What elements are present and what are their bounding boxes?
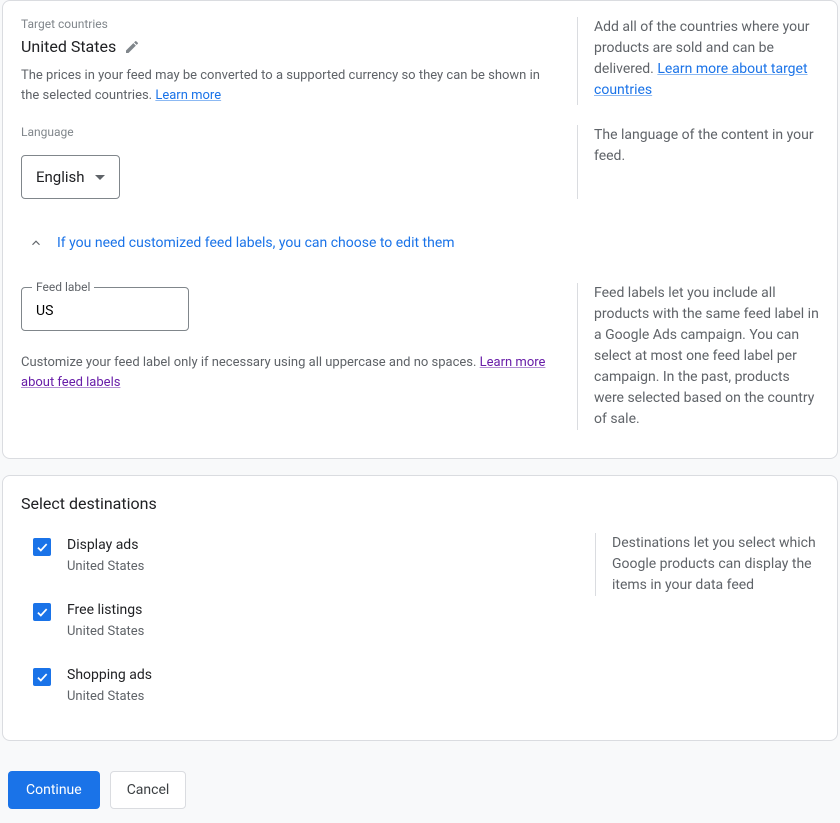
destination-checkbox[interactable] xyxy=(33,603,51,621)
feed-label-side-panel: Feed labels let you include all products… xyxy=(577,283,819,430)
feed-label-field[interactable]: Feed label xyxy=(21,287,189,331)
target-countries-label: Target countries xyxy=(21,17,553,31)
language-label: Language xyxy=(21,125,553,139)
feed-label-input[interactable] xyxy=(34,302,176,320)
destination-checkbox[interactable] xyxy=(33,668,51,686)
target-countries-section: Target countries United States The price… xyxy=(3,1,837,121)
feed-label-floating-label: Feed label xyxy=(32,280,94,294)
destinations-card: Select destinations Display ads United S… xyxy=(2,475,838,741)
destination-label: Shopping ads xyxy=(67,667,152,683)
caret-down-icon xyxy=(95,175,105,180)
destination-label: Free listings xyxy=(67,602,144,618)
destination-sub: United States xyxy=(67,689,152,704)
feed-labels-toggle[interactable]: If you need customized feed labels, you … xyxy=(3,215,837,259)
destinations-header: Select destinations xyxy=(3,476,837,519)
check-icon xyxy=(35,540,49,554)
language-side-panel: The language of the content in your feed… xyxy=(577,125,819,199)
feed-label-section: Feed label Customize your feed label onl… xyxy=(3,259,837,458)
target-countries-side-panel: Add all of the countries where your prod… xyxy=(577,17,819,105)
target-countries-helper: The prices in your feed may be converted… xyxy=(21,66,553,105)
button-row: Continue Cancel xyxy=(0,757,840,823)
destinations-side-panel: Destinations let you select which Google… xyxy=(595,533,837,596)
destination-item: Display ads United States xyxy=(33,523,577,588)
check-icon xyxy=(35,670,49,684)
continue-button[interactable]: Continue xyxy=(8,771,100,809)
destination-item: Shopping ads United States xyxy=(33,653,577,718)
destination-sub: United States xyxy=(67,559,144,574)
check-icon xyxy=(35,605,49,619)
language-section: Language English The language of the con… xyxy=(3,121,837,215)
destination-item: Free listings United States xyxy=(33,588,577,653)
destination-label: Display ads xyxy=(67,537,144,553)
settings-card: Target countries United States The price… xyxy=(2,0,838,459)
target-countries-value: United States xyxy=(21,37,116,56)
destination-checkbox[interactable] xyxy=(33,538,51,556)
destination-sub: United States xyxy=(67,624,144,639)
cancel-button[interactable]: Cancel xyxy=(110,771,187,809)
chevron-up-icon xyxy=(29,236,43,250)
target-countries-learn-more-link[interactable]: Learn more xyxy=(155,88,221,103)
language-value: English xyxy=(36,168,85,186)
pencil-icon[interactable] xyxy=(124,39,140,55)
language-select[interactable]: English xyxy=(21,155,120,199)
destinations-list: Display ads United States Free listings … xyxy=(3,519,595,740)
feed-label-helper: Customize your feed label only if necess… xyxy=(21,353,553,392)
